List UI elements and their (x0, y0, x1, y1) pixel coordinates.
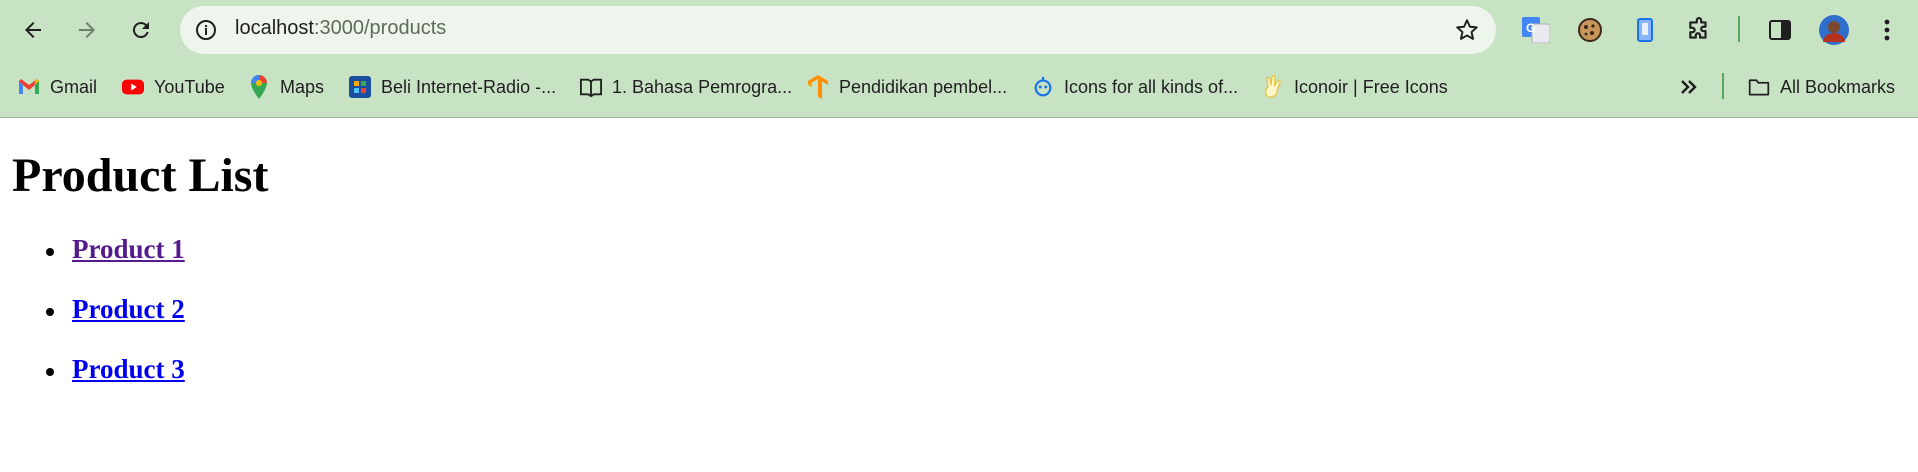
iconoir-icon (1262, 75, 1284, 98)
url-path: :3000/products (313, 17, 447, 39)
address-bar[interactable]: localhost:3000/products (180, 6, 1496, 54)
bookmarks-divider (1722, 73, 1724, 99)
browser-chrome: localhost:3000/products G Gmail YouTube (0, 0, 1918, 118)
bookmarks-overflow-button[interactable] (1678, 70, 1710, 104)
bookmarks-bar: Gmail YouTube Maps Beli Internet-Radio -… (0, 70, 1918, 104)
extensions-button[interactable] (1682, 13, 1716, 47)
bookmark-pendidikan[interactable]: Pendidikan pembel... (807, 70, 1007, 104)
arrow-left-icon (25, 22, 41, 38)
bookmark-label: Icons for all kinds of... (1064, 76, 1239, 97)
kebab-menu-icon (1884, 19, 1890, 41)
svg-text:G: G (1526, 21, 1535, 35)
bookmark-label: 1. Bahasa Pemrogra... (612, 76, 793, 97)
cookie-icon (1578, 18, 1602, 42)
puzzle-icon (1689, 17, 1707, 39)
bookmark-maps[interactable]: Maps (248, 70, 324, 104)
google-translate-extension[interactable]: G (1519, 13, 1553, 47)
bookmark-label: YouTube (154, 76, 225, 97)
forward-button[interactable] (70, 13, 104, 47)
product-link-2[interactable]: Product 2 (72, 296, 185, 323)
gmail-icon (18, 76, 40, 98)
book-icon (580, 76, 602, 98)
bullet (46, 368, 54, 376)
url-host: localhost (235, 17, 314, 39)
bullet (46, 248, 54, 256)
all-bookmarks-label: All Bookmarks (1780, 76, 1896, 97)
maps-icon (248, 75, 270, 99)
bookmark-label: Iconoir | Free Icons (1294, 76, 1448, 97)
list-item: Product 1 (0, 230, 400, 270)
double-chevron-icon (1678, 76, 1700, 98)
icons-site-icon (1032, 76, 1054, 98)
bookmark-label: Beli Internet-Radio -... (381, 76, 557, 97)
cookie-extension[interactable] (1573, 13, 1607, 47)
toolbar-divider (1738, 16, 1740, 42)
phone-extension[interactable] (1628, 13, 1662, 47)
profile-button[interactable] (1817, 13, 1851, 47)
chrome-menu-button[interactable] (1870, 13, 1904, 47)
bookmark-gmail[interactable]: Gmail (18, 70, 97, 104)
product-link-1[interactable]: Product 1 (72, 236, 185, 263)
bookmark-iconoir[interactable]: Iconoir | Free Icons (1262, 70, 1448, 104)
url-text[interactable]: localhost:3000/products (235, 17, 446, 40)
info-icon[interactable] (194, 18, 218, 42)
list-item: Product 2 (0, 290, 400, 330)
bookmark-radio[interactable]: Beli Internet-Radio -... (349, 70, 556, 104)
bookmark-bahasa[interactable]: 1. Bahasa Pemrogra... (580, 70, 792, 104)
all-bookmarks-button[interactable]: All Bookmarks (1748, 70, 1895, 104)
side-panel-icon (1769, 20, 1791, 40)
page-title: Product List (12, 149, 269, 202)
avatar-icon (1819, 15, 1849, 45)
reload-button[interactable] (124, 13, 158, 47)
reload-icon (132, 22, 149, 39)
list-item: Product 3 (0, 350, 400, 390)
bookmark-icons-site[interactable]: Icons for all kinds of... (1032, 70, 1238, 104)
bookmark-youtube[interactable]: YouTube (122, 70, 225, 104)
arrow-right-icon (79, 22, 95, 38)
back-button[interactable] (16, 13, 50, 47)
folder-icon (1748, 76, 1770, 98)
star-icon[interactable] (1454, 17, 1480, 43)
bookmark-label: Maps (280, 76, 325, 97)
side-panel-button[interactable] (1763, 13, 1797, 47)
google-translate-icon: G (1522, 17, 1550, 43)
product-link-3[interactable]: Product 3 (72, 356, 185, 383)
bookmark-label: Gmail (50, 76, 98, 97)
bullet (46, 308, 54, 316)
tensorflow-icon (807, 75, 829, 99)
bookmark-label: Pendidikan pembel... (839, 76, 1008, 97)
phone-icon (1637, 18, 1653, 42)
radio-icon (349, 76, 371, 98)
youtube-icon (122, 76, 144, 98)
